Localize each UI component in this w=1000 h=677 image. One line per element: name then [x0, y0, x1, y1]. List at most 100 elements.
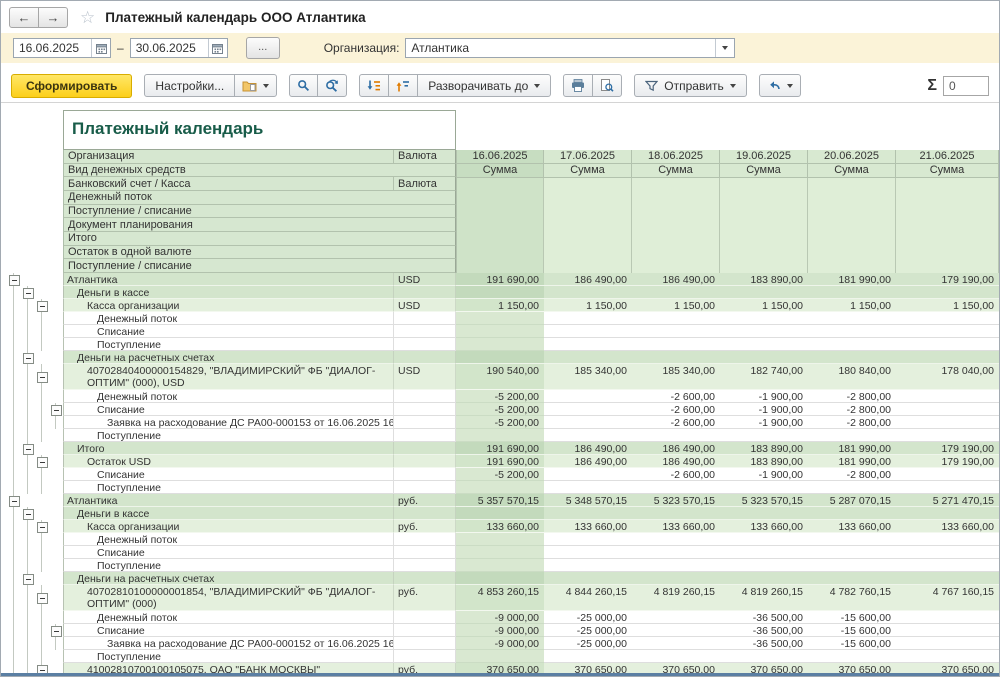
row-name-cell[interactable]: Денежный поток: [63, 312, 394, 325]
amount-cell[interactable]: [456, 546, 544, 559]
amount-cell[interactable]: -1 900,00: [720, 390, 808, 403]
amount-cell[interactable]: [544, 390, 632, 403]
amount-cell[interactable]: [808, 650, 896, 663]
amount-cell[interactable]: [720, 559, 808, 572]
collapse-toggle-icon[interactable]: [23, 509, 34, 520]
amount-cell[interactable]: [544, 468, 632, 481]
amount-cell[interactable]: [720, 312, 808, 325]
amount-cell[interactable]: 179 190,00: [896, 442, 999, 455]
collapse-toggle-icon[interactable]: [23, 353, 34, 364]
row-name-cell[interactable]: Денежный поток: [63, 611, 394, 624]
collapse-levels-button[interactable]: [388, 74, 418, 97]
favorite-star-icon[interactable]: ☆: [80, 9, 95, 26]
row-name-cell[interactable]: Деньги на расчетных счетах: [63, 572, 394, 585]
amount-cell[interactable]: [632, 507, 720, 520]
amount-cell[interactable]: -1 900,00: [720, 468, 808, 481]
organization-combo[interactable]: Атлантика: [405, 38, 735, 58]
amount-cell[interactable]: [456, 533, 544, 546]
row-currency-cell[interactable]: [394, 312, 456, 325]
amount-cell[interactable]: 181 990,00: [808, 442, 896, 455]
amount-cell[interactable]: 133 660,00: [720, 520, 808, 533]
row-currency-cell[interactable]: [394, 559, 456, 572]
amount-cell[interactable]: -15 600,00: [808, 611, 896, 624]
amount-cell[interactable]: [896, 637, 999, 650]
amount-cell[interactable]: 185 340,00: [544, 364, 632, 390]
row-currency-cell[interactable]: [394, 624, 456, 637]
amount-cell[interactable]: [808, 325, 896, 338]
amount-cell[interactable]: [896, 416, 999, 429]
amount-cell[interactable]: [632, 559, 720, 572]
amount-cell[interactable]: [456, 286, 544, 299]
row-name-cell[interactable]: Списание: [63, 403, 394, 416]
amount-cell[interactable]: [456, 338, 544, 351]
report-title-cell[interactable]: Платежный календарь: [63, 110, 456, 150]
amount-cell[interactable]: 133 660,00: [808, 520, 896, 533]
amount-cell[interactable]: 191 690,00: [456, 273, 544, 286]
amount-cell[interactable]: [456, 351, 544, 364]
collapse-toggle-icon[interactable]: [51, 626, 62, 637]
amount-cell[interactable]: [632, 611, 720, 624]
amount-cell[interactable]: 185 340,00: [632, 364, 720, 390]
amount-cell[interactable]: -25 000,00: [544, 611, 632, 624]
collapse-toggle-icon[interactable]: [51, 405, 62, 416]
row-name-cell[interactable]: 40702840400000154829, "ВЛАДИМИРСКИЙ" ФБ …: [63, 364, 394, 390]
row-currency-cell[interactable]: [394, 390, 456, 403]
combo-dropdown-button[interactable]: [715, 39, 734, 57]
row-name-cell[interactable]: Поступление: [63, 429, 394, 442]
row-name-cell[interactable]: Касса организации: [63, 520, 394, 533]
row-currency-cell[interactable]: руб.: [394, 520, 456, 533]
amount-cell[interactable]: 1 150,00: [544, 299, 632, 312]
amount-cell[interactable]: [896, 507, 999, 520]
amount-cell[interactable]: [720, 650, 808, 663]
amount-cell[interactable]: [808, 312, 896, 325]
amount-cell[interactable]: [632, 533, 720, 546]
collapse-toggle-icon[interactable]: [9, 275, 20, 286]
organization-value[interactable]: Атлантика: [406, 41, 715, 55]
amount-cell[interactable]: [896, 338, 999, 351]
amount-cell[interactable]: [896, 286, 999, 299]
amount-cell[interactable]: [544, 403, 632, 416]
header-label-cell[interactable]: Вид денежных средств: [64, 164, 455, 177]
amount-cell[interactable]: [720, 546, 808, 559]
collapse-toggle-icon[interactable]: [23, 288, 34, 299]
amount-cell[interactable]: [456, 312, 544, 325]
row-currency-cell[interactable]: USD: [394, 299, 456, 312]
amount-cell[interactable]: [896, 650, 999, 663]
amount-cell[interactable]: [808, 338, 896, 351]
related-actions-button[interactable]: [759, 74, 801, 97]
amount-cell[interactable]: [456, 650, 544, 663]
amount-cell[interactable]: -5 200,00: [456, 390, 544, 403]
amount-cell[interactable]: 186 490,00: [632, 442, 720, 455]
amount-cell[interactable]: 1 150,00: [896, 299, 999, 312]
amount-cell[interactable]: [632, 624, 720, 637]
collapse-toggle-icon[interactable]: [37, 593, 48, 604]
amount-cell[interactable]: [544, 338, 632, 351]
sum-header-cell[interactable]: Сумма: [896, 164, 999, 178]
row-currency-cell[interactable]: [394, 403, 456, 416]
row-name-cell[interactable]: Атлантика: [63, 494, 394, 507]
amount-cell[interactable]: -5 200,00: [456, 468, 544, 481]
amount-cell[interactable]: [456, 507, 544, 520]
sum-header-cell[interactable]: Сумма: [544, 164, 632, 178]
amount-cell[interactable]: [896, 559, 999, 572]
amount-cell[interactable]: -2 800,00: [808, 390, 896, 403]
row-currency-cell[interactable]: [394, 351, 456, 364]
date-from-input[interactable]: 16.06.2025: [13, 38, 111, 58]
amount-cell[interactable]: [544, 312, 632, 325]
row-currency-cell[interactable]: [394, 572, 456, 585]
row-name-cell[interactable]: Остаток USD: [63, 455, 394, 468]
row-currency-cell[interactable]: USD: [394, 364, 456, 390]
amount-cell[interactable]: [808, 572, 896, 585]
amount-cell[interactable]: [896, 429, 999, 442]
amount-cell[interactable]: [544, 325, 632, 338]
amount-cell[interactable]: [896, 390, 999, 403]
amount-cell[interactable]: [808, 546, 896, 559]
amount-cell[interactable]: -2 800,00: [808, 403, 896, 416]
amount-cell[interactable]: 5 357 570,15: [456, 494, 544, 507]
amount-cell[interactable]: -2 600,00: [632, 390, 720, 403]
amount-cell[interactable]: [720, 533, 808, 546]
search-next-button[interactable]: [317, 74, 347, 97]
amount-cell[interactable]: 186 490,00: [544, 442, 632, 455]
amount-cell[interactable]: 183 890,00: [720, 273, 808, 286]
amount-cell[interactable]: [720, 481, 808, 494]
